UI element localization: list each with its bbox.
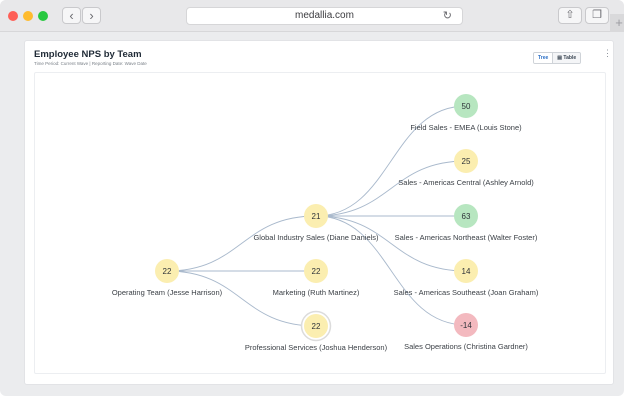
node-label: Sales Operations (Christina Gardner): [404, 342, 528, 351]
tree-link-global: [166, 215, 317, 272]
node-value: 63: [462, 212, 471, 221]
view-toggle: Tree ▤ Table: [533, 52, 582, 64]
reload-icon[interactable]: ↻: [443, 9, 452, 22]
minimize-window-button[interactable]: [23, 11, 33, 21]
tree-node-marketing[interactable]: 22 Marketing (Ruth Martinez): [273, 259, 360, 297]
node-label: Operating Team (Jesse Harrison): [112, 288, 223, 297]
node-value: 14: [462, 267, 471, 276]
url-text: medallia.com: [295, 10, 354, 21]
tabs-icon: ❐: [592, 9, 602, 21]
forward-button[interactable]: ›: [82, 7, 101, 24]
node-value: 50: [462, 102, 471, 111]
node-value: 22: [312, 322, 321, 331]
node-label: Marketing (Ruth Martinez): [273, 288, 360, 297]
node-value: 22: [312, 267, 321, 276]
tree-node-global[interactable]: 21 Global Industry Sales (Diane Daniels): [253, 204, 379, 242]
table-view-button[interactable]: ▤ Table: [552, 53, 581, 63]
share-button[interactable]: ⇧: [558, 7, 582, 24]
node-label: Sales - Americas Southeast (Joan Graham): [394, 288, 539, 297]
browser-toolbar: ‹ › medallia.com ↻ ⇧ ❐ +: [0, 0, 624, 32]
new-tab-button[interactable]: +: [610, 14, 624, 32]
tree-link-central: [315, 160, 467, 217]
show-tabs-button[interactable]: ❐: [585, 7, 609, 24]
plus-icon: +: [615, 15, 623, 30]
tree-svg: 22 Operating Team (Jesse Harrison) 21 Globa…: [112, 94, 539, 353]
tree-node-northeast[interactable]: 63 Sales - Americas Northeast (Walter Fos…: [395, 204, 538, 242]
node-label: Professional Services (Joshua Henderson): [245, 343, 388, 352]
widget-subtitle: Time Period: Current Wave | Reporting Da…: [34, 61, 147, 66]
tree-node-pro[interactable]: 22 Professional Services (Joshua Henderso…: [245, 310, 388, 353]
zoom-window-button[interactable]: [38, 11, 48, 21]
share-icon: ⇧: [565, 9, 575, 21]
node-label: Sales - Americas Central (Ashley Arnold): [398, 178, 534, 187]
node-value: 25: [462, 157, 471, 166]
address-bar[interactable]: medallia.com ↻: [186, 7, 463, 25]
node-value: 22: [163, 267, 172, 276]
tree-node-emea[interactable]: 50 Field Sales - EMEA (Louis Stone): [410, 94, 522, 132]
back-button[interactable]: ‹: [62, 7, 81, 24]
close-window-button[interactable]: [8, 11, 18, 21]
tree-view-button[interactable]: Tree: [534, 53, 553, 63]
node-label: Global Industry Sales (Diane Daniels): [253, 233, 379, 242]
table-view-label: Table: [563, 55, 577, 61]
node-value: 21: [312, 212, 321, 221]
tree-node-salesops[interactable]: -14 Sales Operations (Christina Gardner): [404, 313, 528, 351]
tree-link-pro: [166, 270, 317, 327]
chevron-right-icon: ›: [89, 8, 94, 23]
chevron-left-icon: ‹: [69, 8, 74, 23]
more-options-icon[interactable]: ⋮: [603, 49, 612, 58]
tree-link-southeast: [315, 215, 467, 272]
node-value: -14: [460, 321, 472, 330]
widget-title: Employee NPS by Team: [34, 49, 142, 60]
tree-node-southeast[interactable]: 14 Sales - Americas Southeast (Joan Graha…: [394, 259, 539, 297]
browser-window: ‹ › medallia.com ↻ ⇧ ❐ + Employee NPS by…: [0, 0, 624, 396]
node-label: Field Sales - EMEA (Louis Stone): [410, 123, 522, 132]
node-label: Sales - Americas Northeast (Walter Foste…: [395, 233, 538, 242]
team-tree-chart: 22 Operating Team (Jesse Harrison) 21 Globa…: [34, 72, 606, 374]
tree-node-central[interactable]: 25 Sales - Americas Central (Ashley Arnol…: [398, 149, 534, 187]
